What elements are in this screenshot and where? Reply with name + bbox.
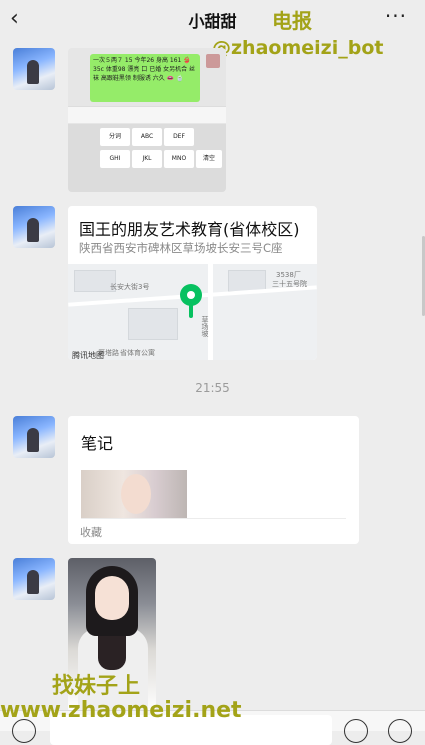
watermark-telegram: 电报 xyxy=(272,9,312,33)
avatar[interactable] xyxy=(13,48,55,90)
watermark-bottom-1: 找妹子上 xyxy=(52,674,141,699)
key: MNO xyxy=(164,150,194,168)
key: 清空 xyxy=(196,150,222,168)
note-title: 笔记 xyxy=(81,434,114,453)
location-pin-icon xyxy=(180,284,202,306)
timestamp: 21:55 xyxy=(195,381,230,395)
location-card[interactable]: 国王的朋友艺术教育(省体校区) 陕西省西安市碑林区草场坡长安三号C座 长安大街3… xyxy=(68,206,317,360)
location-pin-stem xyxy=(189,304,193,318)
map-label: 省体育公寓 xyxy=(120,349,155,357)
key: ABC xyxy=(132,128,162,146)
note-card[interactable]: 笔记 收藏 xyxy=(68,416,359,544)
watermark-bot-handle: @zhaomeizi_bot xyxy=(212,37,384,59)
location-name: 国王的朋友艺术教育(省体校区) xyxy=(79,220,300,239)
map-block xyxy=(128,308,178,340)
emoji-icon[interactable] xyxy=(344,719,368,743)
watermark-bottom-2: www.zhaomeizi.net xyxy=(0,698,242,723)
note-source-label: 收藏 xyxy=(80,526,102,539)
photo-figure-dress xyxy=(98,630,126,670)
image-message[interactable]: 一次５两７ 15 今年26 身高 161 👙 35c 体重98 漂亮 口 已婚 … xyxy=(68,48,226,192)
map-provider-logo: 腾讯地图 xyxy=(72,351,104,360)
avatar[interactable] xyxy=(13,206,55,248)
top-bar: ‹ 小甜甜 ··· xyxy=(0,0,425,40)
key: JKL xyxy=(132,150,162,168)
map-road xyxy=(208,264,213,360)
key: 分词 xyxy=(100,128,130,146)
avatar xyxy=(206,54,220,68)
chat-title: 小甜甜 xyxy=(188,12,237,31)
key: DEF xyxy=(164,128,194,146)
plus-icon[interactable] xyxy=(388,719,412,743)
avatar[interactable] xyxy=(13,416,55,458)
location-address: 陕西省西安市碑林区草场坡长安三号C座 xyxy=(79,241,283,255)
map-label: 长安大街3号 xyxy=(110,283,150,291)
key: GHI xyxy=(100,150,130,168)
note-thumbnail xyxy=(81,470,187,518)
more-icon[interactable]: ··· xyxy=(385,4,407,28)
input-bar xyxy=(68,106,226,123)
keyboard: 分词 ABC DEF GHI JKL MNO 清空 xyxy=(68,124,226,192)
map-preview: 长安大街3号 3538厂 三十五号院 草场坡 雁塔路 省体育公寓 腾讯地图 xyxy=(68,264,317,360)
divider xyxy=(81,518,346,519)
chat-bubble: 一次５两７ 15 今年26 身高 161 👙 35c 体重98 漂亮 口 已婚 … xyxy=(90,54,200,102)
photo-figure-face xyxy=(95,576,129,620)
avatar[interactable] xyxy=(13,558,55,600)
map-label: 草场坡 xyxy=(201,316,209,337)
map-label: 三十五号院 xyxy=(272,280,307,288)
